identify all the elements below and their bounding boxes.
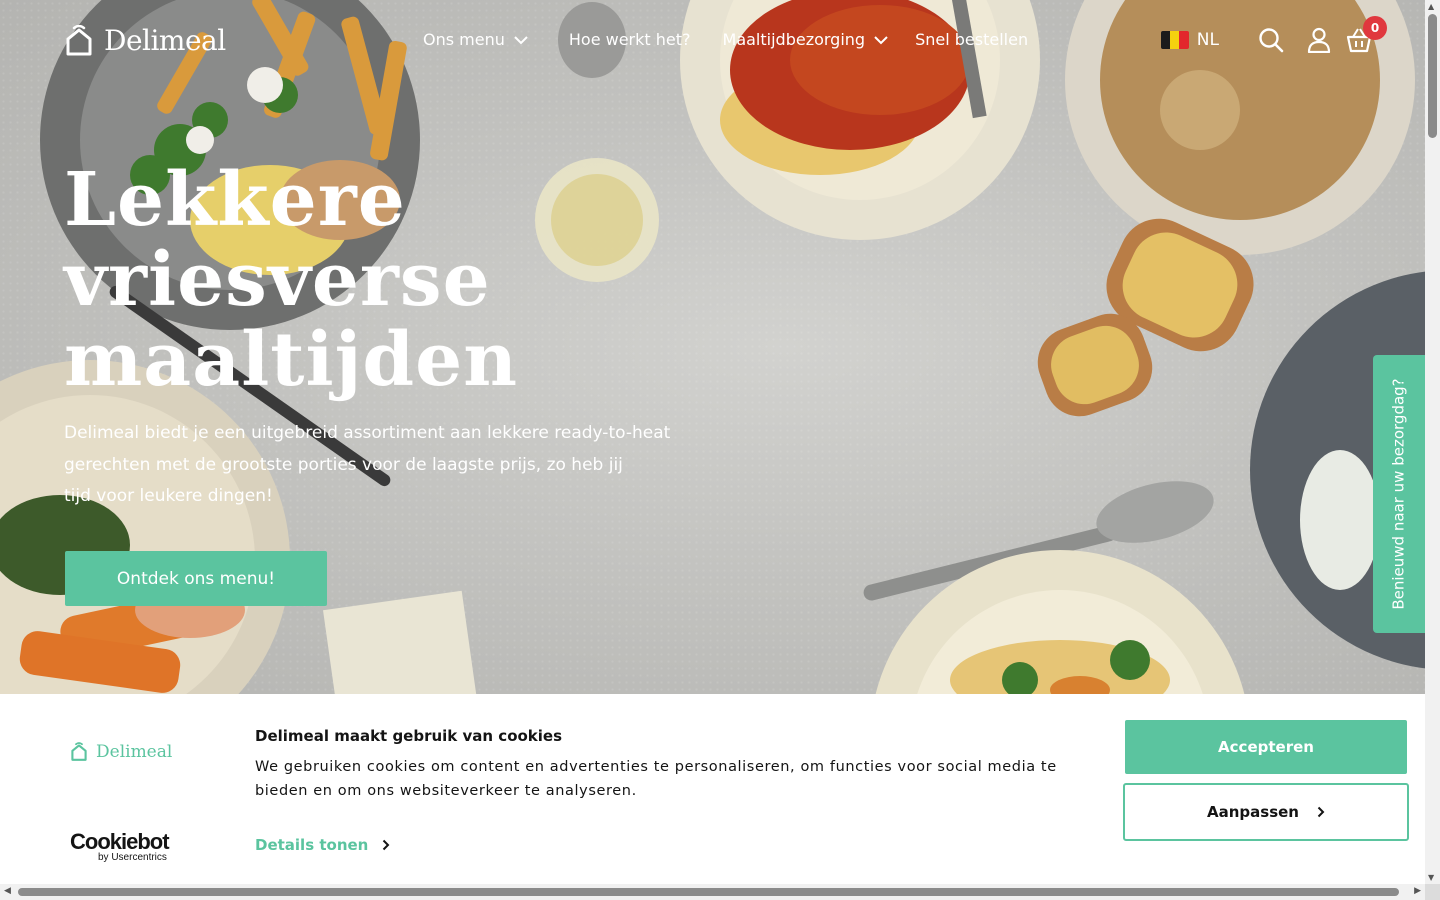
cookie-banner-text: We gebruiken cookies om content en adver…	[255, 759, 1057, 799]
nav-item-maaltijdbezorging[interactable]: Maaltijdbezorging	[723, 30, 890, 49]
vertical-scroll-thumb[interactable]	[1428, 14, 1437, 138]
chevron-right-icon	[1317, 806, 1325, 818]
nav-item-snel-bestellen[interactable]: Snel bestellen	[915, 30, 1028, 49]
nav-item-label: Maaltijdbezorging	[722, 30, 866, 49]
show-details-link[interactable]: Details tonen	[255, 836, 390, 854]
scroll-up-icon[interactable]: ▲	[1428, 2, 1434, 11]
customize-cookies-button[interactable]: Aanpassen	[1123, 783, 1409, 841]
basket-icon[interactable]: 0	[1345, 16, 1387, 54]
nav-item-ons-menu[interactable]: Ons menu	[423, 30, 529, 49]
cookie-banner-brand: Delimeal	[96, 742, 173, 762]
hero-description: Delimeal biedt je een uitgebreid assorti…	[64, 418, 724, 513]
hero-title-line: maaltijden	[64, 317, 518, 403]
cookie-banner-logo: Delimeal	[70, 742, 172, 762]
language-selector[interactable]: NL	[1160, 30, 1219, 50]
belgium-flag-icon	[1160, 31, 1189, 49]
cart-count-badge: 0	[1363, 16, 1387, 40]
language-label: NL	[1196, 30, 1219, 50]
show-details-label: Details tonen	[255, 836, 369, 854]
hero-title-line: Lekkere	[64, 157, 406, 243]
house-logo-icon	[66, 24, 92, 55]
hero-title-line: vriesverse	[64, 237, 491, 323]
accept-cookies-button[interactable]: Accepteren	[1125, 720, 1407, 774]
logo-text: Delimeal	[104, 24, 226, 57]
main-nav: Ons menu Hoe werkt het? Maaltijdbezorgin…	[423, 30, 1028, 49]
vertical-scrollbar[interactable]: ▲ ▼	[1425, 0, 1440, 884]
chevron-down-icon	[513, 35, 529, 45]
hero-section: Delimeal Ons menu Hoe werkt het? Maaltij…	[0, 0, 1425, 694]
search-icon[interactable]	[1257, 26, 1285, 54]
house-logo-icon	[71, 742, 87, 761]
cookiebot-subtitle: by Usercentrics	[98, 852, 167, 863]
scrollbar-corner	[1425, 884, 1440, 900]
nav-item-label: Ons menu	[423, 30, 505, 49]
nav-item-label: Snel bestellen	[915, 30, 1029, 49]
nav-item-label: Hoe werkt het?	[568, 30, 691, 49]
customize-label: Aanpassen	[1207, 803, 1299, 821]
scroll-left-icon[interactable]: ◀	[4, 886, 11, 896]
cookiebot-logo[interactable]: Cookiebot by Usercentrics	[70, 829, 170, 863]
hero-description-line: Delimeal biedt je een uitgebreid assorti…	[64, 423, 671, 443]
cookie-banner: Delimeal Cookiebot by Usercentrics Delim…	[0, 694, 1425, 884]
cookie-banner-title: Delimeal maakt gebruik van cookies	[255, 727, 563, 745]
user-icon[interactable]	[1305, 26, 1333, 54]
header-actions: NL 0	[1160, 16, 1387, 54]
discover-menu-button[interactable]: Ontdek ons menu!	[65, 551, 327, 606]
site-header: Delimeal Ons menu Hoe werkt het? Maaltij…	[0, 0, 1425, 84]
scroll-right-icon[interactable]: ▶	[1414, 886, 1421, 896]
chevron-right-icon	[383, 839, 390, 851]
delivery-day-tab-label: Benieuwd naar uw bezorgdag?	[1390, 378, 1408, 610]
delivery-day-tab[interactable]: Benieuwd naar uw bezorgdag?	[1373, 355, 1425, 633]
horizontal-scrollbar[interactable]: ◀ ▶	[0, 884, 1425, 900]
horizontal-scroll-thumb[interactable]	[18, 888, 1399, 896]
nav-item-hoe-werkt-het[interactable]: Hoe werkt het?	[569, 30, 691, 49]
chevron-down-icon	[873, 35, 889, 45]
hero-description-line: gerechten met de grootste porties voor d…	[64, 454, 623, 475]
hero-description-line: tijd voor leukere dingen!	[64, 486, 273, 506]
delimeal-logo[interactable]: Delimeal	[64, 24, 226, 57]
hero-title: Lekkere vriesverse maaltijden	[64, 160, 684, 400]
scroll-down-icon[interactable]: ▼	[1428, 873, 1434, 882]
